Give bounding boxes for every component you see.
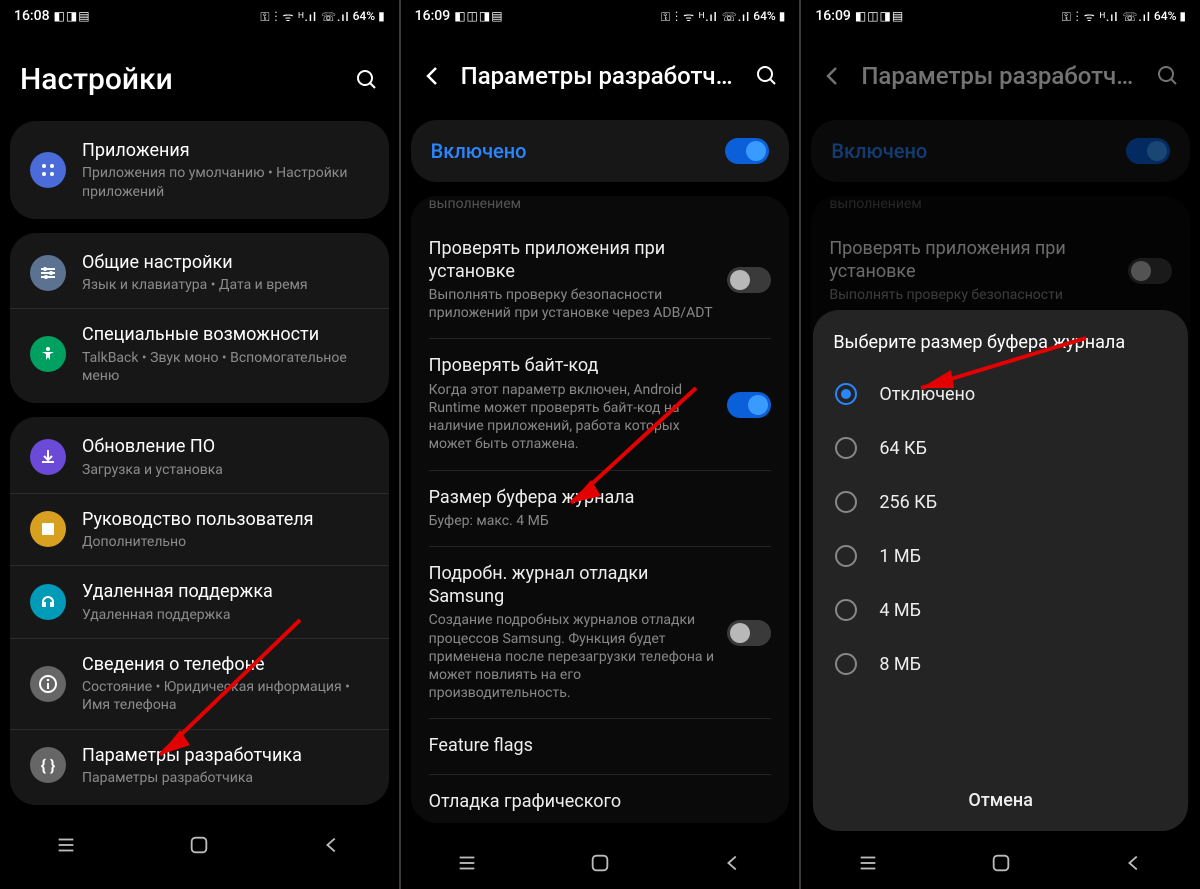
settings-group-3: Обновление ПОЗагрузка и установка Руково… — [10, 417, 389, 805]
nav-recent-icon[interactable] — [857, 852, 879, 874]
settings-item-update[interactable]: Обновление ПОЗагрузка и установка — [10, 421, 389, 494]
radio-icon[interactable] — [835, 545, 857, 567]
status-battery: 64% — [1154, 9, 1176, 23]
dialog-option-0[interactable]: Отключено — [833, 367, 1168, 421]
status-time: 16:08 — [14, 8, 50, 24]
dev-item-verify-install: Проверять приложения при установкеВыполн… — [829, 222, 1172, 321]
status-battery: 64% — [353, 9, 375, 23]
dev-enabled-toggle — [1126, 138, 1170, 164]
truncated-prev: выполнением — [829, 196, 1172, 222]
settings-item-about[interactable]: Сведения о телефонеСостояние • Юридическ… — [10, 639, 389, 730]
radio-icon[interactable] — [835, 653, 857, 675]
nav-recent-icon[interactable] — [456, 852, 478, 874]
toggle-bytecode[interactable] — [727, 392, 771, 418]
page-title: Параметры разработчи… — [461, 62, 740, 90]
status-app-icons: ◧◫◨▤ — [855, 9, 904, 23]
settings-group-1: ПриложенияПриложения по умолчанию • Наст… — [10, 121, 389, 219]
back-icon — [821, 64, 845, 88]
enabled-label: Включено — [831, 139, 927, 163]
truncated-prev: выполнением — [429, 196, 772, 222]
back-icon[interactable] — [421, 64, 445, 88]
status-network-icons: ⚿ ⋮ ᯤ ᴴ.ıl ☏.ıl — [260, 8, 349, 25]
dialog-cancel-button[interactable]: Отмена — [833, 774, 1168, 821]
dev-options-list[interactable]: выполнением Проверять приложения при уст… — [411, 196, 790, 823]
status-app-icons: ◧◫◨▤ — [454, 9, 503, 23]
log-buffer-dialog: Выберите размер буфера журнала Отключено… — [813, 310, 1188, 831]
battery-icon: ▮ — [779, 9, 786, 23]
dev-item-gpu-debug[interactable]: Отладка графического — [429, 775, 772, 823]
status-app-icons: ◧◨▤ — [54, 9, 91, 23]
nav-home-icon[interactable] — [990, 852, 1012, 874]
dev-item-samsung-log[interactable]: Подробн. журнал отладки SamsungСоздание … — [429, 547, 772, 719]
page-title: Настройки — [20, 62, 339, 97]
status-network-icons: ⚿ ⋮ ᯤ ᴴ.ıl ☏.ıl — [661, 8, 750, 25]
nav-back-icon[interactable] — [722, 852, 744, 874]
search-icon — [1156, 64, 1180, 88]
search-icon[interactable] — [755, 64, 779, 88]
nav-back-icon[interactable] — [321, 834, 343, 856]
statusbar: 16:09 ◧◫◨▤ ⚿ ⋮ ᯤ ᴴ.ıl ☏.ıl 64% ▮ — [401, 0, 800, 32]
dev-enabled-toggle[interactable] — [725, 138, 769, 164]
dev-item-bytecode[interactable]: Проверять байт-кодКогда этот параметр вк… — [429, 339, 772, 470]
statusbar: 16:09 ◧◫◨▤ ⚿ ⋮ ᯤ ᴴ.ıl ☏.ıl 64% ▮ — [801, 0, 1200, 32]
toggle-samsung-log[interactable] — [727, 620, 771, 646]
dialog-option-2[interactable]: 256 КБ — [833, 475, 1168, 529]
toggle-verify-install — [1128, 258, 1172, 284]
status-network-icons: ⚿ ⋮ ᯤ ᴴ.ıl ☏.ıl — [1062, 8, 1151, 25]
radio-icon[interactable] — [835, 491, 857, 513]
battery-icon: ▮ — [378, 9, 385, 23]
settings-group-2: Общие настройкиЯзык и клавиатура • Дата … — [10, 233, 389, 403]
page-title: Параметры разработчи… — [861, 62, 1140, 90]
settings-item-remote[interactable]: Удаленная поддержкаУдаленная поддержка — [10, 566, 389, 639]
dialog-option-3[interactable]: 1 МБ — [833, 529, 1168, 583]
dev-item-log-buffer[interactable]: Размер буфера журналаБуфер: макс. 4 МБ — [429, 471, 772, 548]
status-battery: 64% — [753, 9, 775, 23]
phone-screen-dev-options: 16:09 ◧◫◨▤ ⚿ ⋮ ᯤ ᴴ.ıl ☏.ıl 64% ▮ Парамет… — [401, 0, 800, 889]
dev-item-verify-install[interactable]: Проверять приложения при установкеВыполн… — [429, 222, 772, 339]
dev-enabled-card[interactable]: Включено — [411, 120, 790, 182]
phone-screen-dialog: 16:09 ◧◫◨▤ ⚿ ⋮ ᯤ ᴴ.ıl ☏.ıl 64% ▮ Парамет… — [801, 0, 1200, 889]
toggle-verify-install[interactable] — [727, 267, 771, 293]
dev-enabled-card: Включено — [811, 120, 1190, 182]
nav-recent-icon[interactable] — [55, 834, 77, 856]
settings-item-general[interactable]: Общие настройкиЯзык и клавиатура • Дата … — [10, 237, 389, 310]
nav-home-icon[interactable] — [589, 852, 611, 874]
settings-item-developer[interactable]: { } Параметры разработчикаПараметры разр… — [10, 730, 389, 802]
dialog-option-5[interactable]: 8 МБ — [833, 637, 1168, 691]
settings-item-apps[interactable]: ПриложенияПриложения по умолчанию • Наст… — [10, 125, 389, 215]
navbar — [0, 819, 399, 871]
status-time: 16:09 — [815, 8, 851, 24]
status-time: 16:09 — [415, 8, 451, 24]
phone-screen-settings: 16:08 ◧◨▤ ⚿ ⋮ ᯤ ᴴ.ıl ☏.ıl 64% ▮ Настройк… — [0, 0, 399, 889]
enabled-label: Включено — [431, 139, 527, 163]
nav-home-icon[interactable] — [188, 834, 210, 856]
radio-icon[interactable] — [835, 599, 857, 621]
nav-back-icon[interactable] — [1123, 852, 1145, 874]
dev-item-feature-flags[interactable]: Feature flags — [429, 719, 772, 775]
battery-icon: ▮ — [1179, 9, 1186, 23]
navbar — [801, 837, 1200, 889]
navbar — [401, 837, 800, 889]
dialog-option-1[interactable]: 64 КБ — [833, 421, 1168, 475]
statusbar: 16:08 ◧◨▤ ⚿ ⋮ ᯤ ᴴ.ıl ☏.ıl 64% ▮ — [0, 0, 399, 32]
radio-icon[interactable] — [835, 437, 857, 459]
settings-item-accessibility[interactable]: Специальные возможностиTalkBack • Звук м… — [10, 309, 389, 399]
dialog-title: Выберите размер буфера журнала — [833, 332, 1168, 353]
search-icon[interactable] — [355, 68, 379, 92]
dialog-option-4[interactable]: 4 МБ — [833, 583, 1168, 637]
radio-icon[interactable] — [835, 383, 857, 405]
settings-item-manual[interactable]: Руководство пользователяДополнительно — [10, 494, 389, 567]
